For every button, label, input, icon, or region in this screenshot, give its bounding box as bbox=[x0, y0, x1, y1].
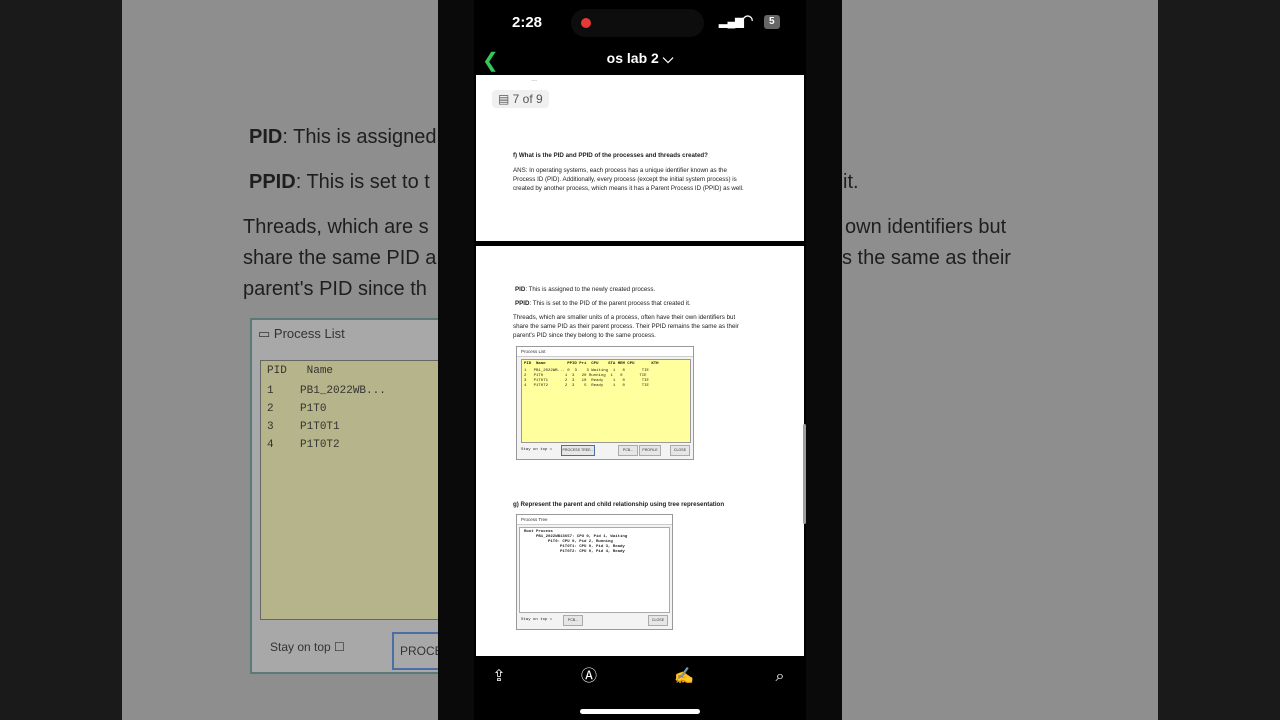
document-page: … ▤ 7 of 9 f) What is the PID and PPID o… bbox=[476, 75, 804, 241]
threads-text: Threads, which are smaller units of a pr… bbox=[513, 314, 736, 321]
process-table: PID Name PPID Pri CPU STA MEM CPU KTH 1 … bbox=[521, 359, 691, 443]
bg-table-row: 3 P1T0T1 bbox=[267, 421, 340, 433]
bg-table-row: 1 PB1_2022WB... bbox=[267, 385, 386, 397]
bg-stay-on-top: Stay on top ☐ bbox=[270, 640, 345, 654]
profile-button[interactable]: PROFILE bbox=[639, 445, 661, 456]
bg-right-frag0: it. bbox=[843, 171, 859, 193]
bg-process-tree-button: PROCE bbox=[392, 632, 444, 670]
process-list-window: Process List PID Name PPID Pri CPU STA M… bbox=[516, 346, 694, 460]
home-indicator[interactable] bbox=[580, 709, 700, 714]
process-tree-window: Process Tree Root Process PB1_2022WB1365… bbox=[516, 514, 673, 630]
page-indicator[interactable]: ▤ 7 of 9 bbox=[492, 90, 549, 108]
bg-ppid-line: PPID: This is set to t bbox=[249, 171, 430, 193]
bg-threads-line1: Threads, which are s bbox=[243, 216, 429, 238]
scrollbar[interactable] bbox=[803, 424, 806, 524]
bg-pid-line: PID: This is assigned bbox=[249, 126, 437, 148]
battery-icon: 5 bbox=[764, 15, 780, 29]
process-tree-button[interactable]: PROCESS TREE... bbox=[561, 445, 595, 456]
question-f: f) What is the PID and PPID of the proce… bbox=[513, 152, 708, 159]
stay-on-top-checkbox[interactable]: Stay on top ☐ bbox=[521, 618, 552, 624]
close-button[interactable]: CLOSE bbox=[670, 445, 690, 456]
close-button[interactable]: CLOSE bbox=[648, 615, 668, 626]
threads-text: parent's PID since they belong to the sa… bbox=[513, 332, 656, 339]
bg-window-title: ▭ Process List bbox=[258, 326, 345, 341]
stay-on-top-checkbox[interactable]: Stay on top ☐ bbox=[521, 448, 552, 454]
markup-icon[interactable]: Ⓐ bbox=[578, 666, 600, 688]
background-right-edge bbox=[1158, 0, 1280, 720]
search-icon[interactable]: ⌕ bbox=[769, 666, 791, 688]
status-time: 2:28 bbox=[512, 14, 543, 31]
document-page: PID: This is assigned to the newly creat… bbox=[476, 246, 806, 656]
table-header: PID Name PPID Pri CPU STA MEM CPU KTH bbox=[524, 362, 659, 366]
answer-line: ANS: In operating systems, each process … bbox=[513, 167, 727, 174]
recording-indicator-icon bbox=[581, 18, 591, 28]
pcb-button[interactable]: PCB... bbox=[563, 615, 583, 626]
bg-right-frag1: own identifiers but bbox=[845, 216, 1007, 238]
signature-icon[interactable]: ✍ bbox=[673, 666, 695, 688]
bg-table-row: 2 P1T0 bbox=[267, 403, 327, 415]
window-title: Process Tree bbox=[517, 515, 672, 525]
wifi-icon: ◠ bbox=[742, 12, 754, 27]
question-g: g) Represent the parent and child relati… bbox=[513, 501, 725, 508]
window-title: Process List bbox=[517, 347, 693, 357]
answer-line: Process ID (PID). Additionally, every pr… bbox=[513, 176, 737, 183]
ppid-definition: PPID: This is set to the PID of the pare… bbox=[515, 300, 691, 307]
table-row: 4 P1T0T2 2 3 5 Ready 1 0 TIE bbox=[524, 384, 649, 388]
bg-table-header: PID Name bbox=[267, 365, 334, 377]
background-left-edge bbox=[0, 0, 122, 720]
dynamic-island bbox=[571, 9, 704, 37]
bg-process-list-window: ▭ Process List PID Name 1 PB1_2022WB... … bbox=[250, 318, 452, 674]
sidebar-icon: ▤ bbox=[498, 92, 513, 106]
pid-definition: PID: This is assigned to the newly creat… bbox=[515, 286, 656, 293]
bg-table-row: 4 P1T0T2 bbox=[267, 439, 340, 451]
tree-node[interactable]: P1T0T2: CPU 0, Pid 4, Ready bbox=[560, 550, 625, 556]
phone-screen: 2:28 ▂▄▆ ◠ 5 ❮ os lab 2 ⌵ … ▤ 7 of 9 f) … bbox=[474, 0, 806, 720]
tree-view: Root Process PB1_2022WB13657: CPU 0, Pid… bbox=[519, 527, 670, 613]
answer-line: created by another process, which means … bbox=[513, 185, 744, 192]
document-title[interactable]: os lab 2 ⌵ bbox=[474, 50, 806, 67]
pcb-button[interactable]: PCB... bbox=[618, 445, 638, 456]
bg-right-frag2: s the same as their bbox=[842, 247, 1011, 269]
share-icon[interactable]: ⇪ bbox=[488, 666, 510, 688]
bg-threads-line2: share the same PID a bbox=[243, 247, 437, 269]
bg-threads-line3: parent's PID since th bbox=[243, 278, 427, 300]
bg-process-table: PID Name 1 PB1_2022WB... 2 P1T0 3 P1T0T1… bbox=[260, 360, 452, 620]
signal-icon: ▂▄▆ bbox=[719, 16, 744, 28]
threads-text: share the same PID as their parent proce… bbox=[513, 323, 739, 330]
page-fragment: … bbox=[531, 76, 538, 83]
